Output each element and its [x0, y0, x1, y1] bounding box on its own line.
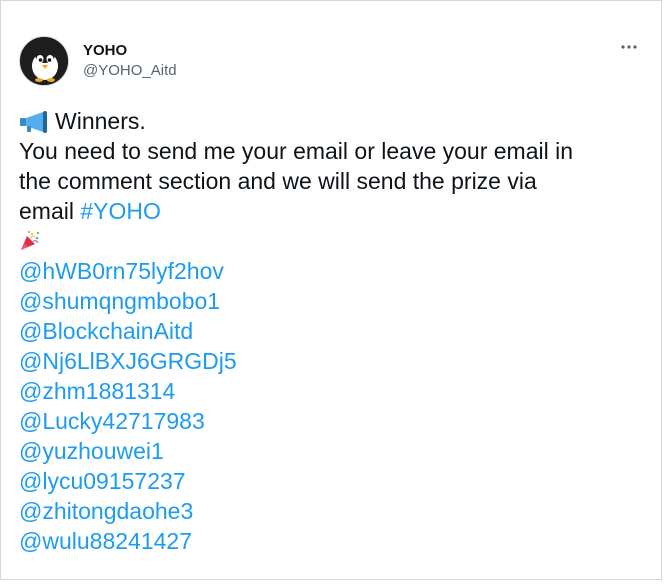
party-emoji-line	[19, 226, 649, 256]
tweet-card: YOHO @YOHO_Aitd Winners. You need to sen…	[0, 0, 662, 580]
author-display-name[interactable]: YOHO	[83, 41, 177, 61]
mention-link[interactable]: @wulu88241427	[19, 526, 649, 556]
tweet-line-1: You need to send me your email or leave …	[19, 138, 574, 164]
hashtag-link[interactable]: #YOHO	[80, 198, 161, 224]
mention-link[interactable]: @Lucky42717983	[19, 406, 649, 436]
mention-link[interactable]: @shumqngmbobo1	[19, 286, 649, 316]
mention-link[interactable]: @zhm1881314	[19, 376, 649, 406]
tweet-line-2: the comment section and we will send the…	[19, 168, 537, 194]
tweet-line-3: email #YOHO	[19, 196, 649, 226]
tweet-heading-line: Winners.	[19, 106, 649, 136]
tweet-line-3-text: email	[19, 198, 81, 224]
author-names: YOHO @YOHO_Aitd	[83, 41, 177, 81]
avatar[interactable]	[19, 36, 69, 86]
tweet-heading: Winners.	[55, 108, 146, 134]
penguin-avatar-icon	[20, 37, 68, 85]
mention-link[interactable]: @zhitongdaohe3	[19, 496, 649, 526]
mention-link[interactable]: @Nj6LlBXJ6GRGDj5	[19, 346, 649, 376]
megaphone-icon	[19, 110, 49, 133]
author-handle[interactable]: @YOHO_Aitd	[83, 61, 177, 81]
tweet-header: YOHO @YOHO_Aitd	[19, 36, 177, 86]
more-options-button[interactable]	[619, 37, 639, 57]
mention-link[interactable]: @hWB0rn75lyf2hov	[19, 256, 649, 286]
more-horizontal-icon	[621, 45, 637, 49]
tweet-text: Winners. You need to send me your email …	[19, 106, 649, 556]
mention-link[interactable]: @yuzhouwei1	[19, 436, 649, 466]
mention-link[interactable]: @lycu09157237	[19, 466, 649, 496]
mention-link[interactable]: @BlockchainAitd	[19, 316, 649, 346]
party-popper-icon	[19, 229, 41, 251]
